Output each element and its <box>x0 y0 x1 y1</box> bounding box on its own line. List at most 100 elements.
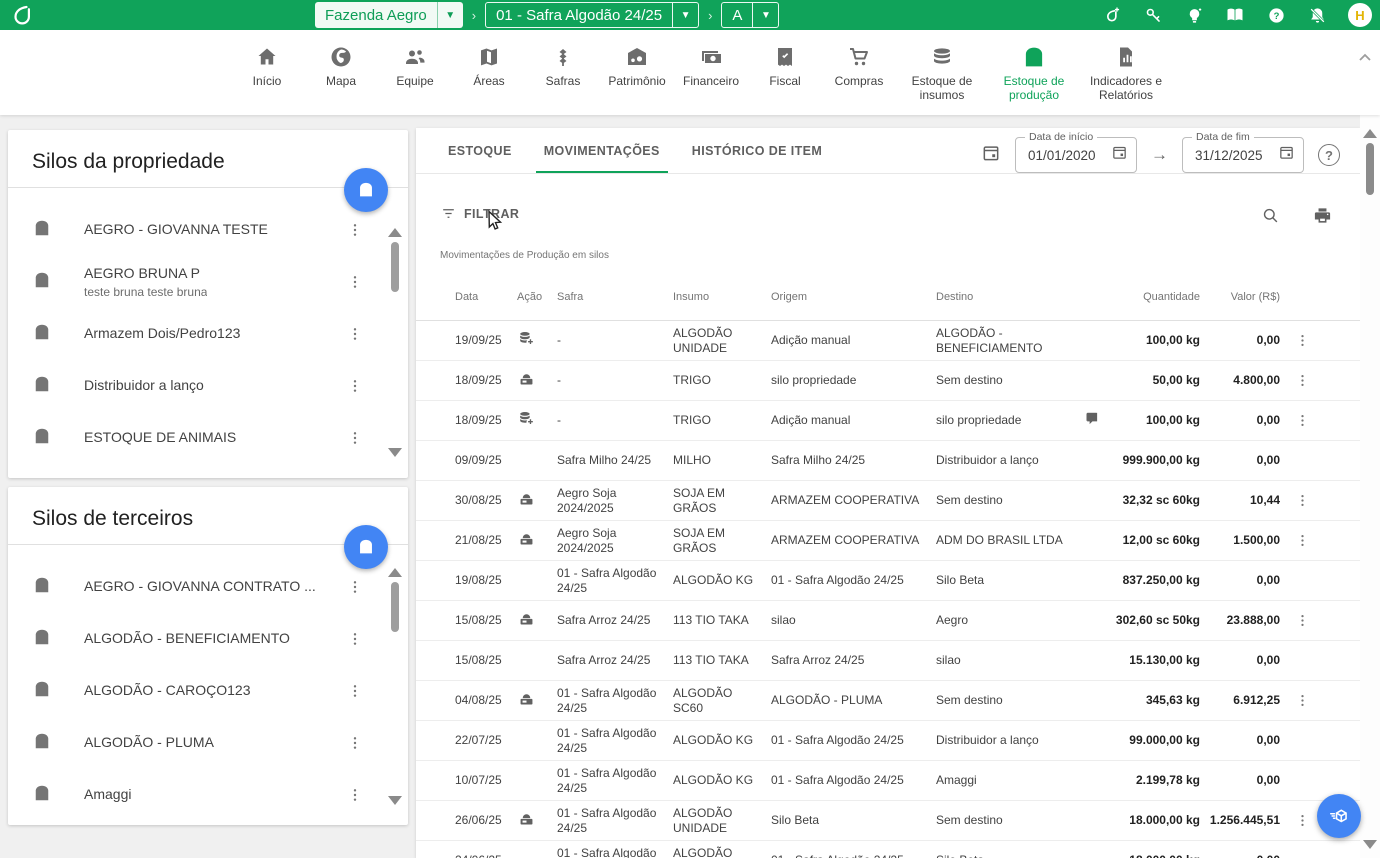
lightbulb-icon[interactable] <box>1184 5 1204 25</box>
nav-item-financeiro[interactable]: Financeiro <box>674 30 748 115</box>
silo-item[interactable]: AEGRO - GIOVANNA CONTRATO ... <box>8 561 408 613</box>
item-menu-kebab-icon[interactable] <box>346 786 364 804</box>
scroll-up-arrow[interactable] <box>388 568 402 577</box>
nav-item-inicio[interactable]: Início <box>230 30 304 115</box>
item-menu-kebab-icon[interactable] <box>346 325 364 343</box>
table-row[interactable]: 24/06/25 01 - Safra Algodão 24/25 ALGODÃ… <box>416 841 1360 858</box>
row-menu-kebab-icon[interactable] <box>1293 412 1311 430</box>
silo-item[interactable]: AEGRO BRUNA Pteste bruna teste bruna <box>8 256 408 308</box>
nav-item-estoque-insumos[interactable]: Estoque de insumos <box>896 30 988 115</box>
row-menu-kebab-icon[interactable] <box>1293 372 1311 390</box>
item-menu-kebab-icon[interactable] <box>346 429 364 447</box>
farm-selector-value[interactable]: Fazenda Aegro <box>315 2 437 28</box>
nav-item-compras[interactable]: Compras <box>822 30 896 115</box>
table-row[interactable]: 09/09/25 Safra Milho 24/25 MILHO Safra M… <box>416 441 1360 481</box>
nav-item-patrimonio[interactable]: Patrimônio <box>600 30 674 115</box>
silo-item[interactable]: Amaggi <box>8 769 408 821</box>
item-menu-kebab-icon[interactable] <box>346 377 364 395</box>
search-icon[interactable] <box>1261 206 1280 230</box>
help-icon[interactable]: ? <box>1266 5 1286 25</box>
nav-item-areas[interactable]: Áreas <box>452 30 526 115</box>
table-row[interactable]: 21/08/25 Aegro Soja 2024/2025 SOJA EM GR… <box>416 521 1360 561</box>
table-row[interactable]: 15/08/25 Safra Arroz 24/25 113 TIO TAKA … <box>416 641 1360 681</box>
nav-item-indicadores[interactable]: Indicadores e Relatórios <box>1080 30 1172 115</box>
date-start-field[interactable]: Data de início 01/01/2020 <box>1015 137 1137 173</box>
scale-icon <box>517 609 536 628</box>
row-menu-kebab-icon[interactable] <box>1293 492 1311 510</box>
unit-dropdown-arrow-icon[interactable]: ▼ <box>752 3 778 27</box>
scroll-down-arrow[interactable] <box>1363 840 1377 849</box>
row-menu-kebab-icon[interactable] <box>1293 532 1311 550</box>
aegro-plus-icon[interactable] <box>1102 5 1122 25</box>
item-menu-kebab-icon[interactable] <box>346 682 364 700</box>
table-row[interactable]: 19/09/25 - ALGODÃO UNIDADE Adição manual… <box>416 321 1360 361</box>
nav-item-mapa[interactable]: Mapa <box>304 30 378 115</box>
nav-item-estoque-producao[interactable]: Estoque de produção <box>988 30 1080 115</box>
tab-historico-de-item[interactable]: HISTÓRICO DE ITEM <box>676 128 838 173</box>
silo-item[interactable]: ALGODÃO - CAROÇO123 <box>8 665 408 717</box>
farm-dropdown-arrow-icon[interactable]: ▼ <box>437 2 463 28</box>
nav-item-safras[interactable]: Safras <box>526 30 600 115</box>
note-icon[interactable] <box>1084 411 1099 426</box>
item-menu-kebab-icon[interactable] <box>346 578 364 596</box>
scrollbar-thumb[interactable] <box>391 242 399 292</box>
calendar-icon[interactable] <box>1111 144 1128 166</box>
aegro-logo-icon[interactable] <box>10 3 34 32</box>
silo-item[interactable]: Distribuidor a lanço <box>8 360 408 412</box>
item-menu-kebab-icon[interactable] <box>346 734 364 752</box>
tab-estoque[interactable]: ESTOQUE <box>432 128 528 173</box>
row-menu-kebab-icon[interactable] <box>1293 692 1311 710</box>
farm-selector[interactable]: Fazenda Aegro ▼ <box>315 2 463 28</box>
collapse-nav-chevron-icon[interactable] <box>1358 50 1372 68</box>
unit-selector-value[interactable]: A <box>722 3 752 27</box>
tab-movimentacoes[interactable]: MOVIMENTAÇÕES <box>528 128 676 173</box>
nav-item-fiscal[interactable]: Fiscal <box>748 30 822 115</box>
silo-item[interactable]: AEGRO - GIOVANNA TESTE <box>8 204 408 256</box>
season-selector-value[interactable]: 01 - Safra Algodão 24/25 <box>486 3 672 27</box>
key-icon[interactable] <box>1143 5 1163 25</box>
silo-item[interactable]: ESTOQUE DE ANIMAIS <box>8 412 408 464</box>
row-menu-kebab-icon[interactable] <box>1293 612 1311 630</box>
row-menu-kebab-icon[interactable] <box>1293 332 1311 350</box>
new-movement-fab[interactable] <box>1317 794 1361 838</box>
date-start-value[interactable]: 01/01/2020 <box>1028 148 1096 163</box>
table-row[interactable]: 19/08/25 01 - Safra Algodão 24/25 ALGODÃ… <box>416 561 1360 601</box>
filter-button[interactable]: FILTRAR <box>440 206 519 221</box>
calendar-shortcut-icon[interactable] <box>981 143 1001 168</box>
item-menu-kebab-icon[interactable] <box>346 273 364 291</box>
item-menu-kebab-icon[interactable] <box>346 630 364 648</box>
date-end-field[interactable]: Data de fim 31/12/2025 <box>1182 137 1304 173</box>
scrollbar-thumb[interactable] <box>1366 143 1374 195</box>
season-selector[interactable]: 01 - Safra Algodão 24/25 ▼ <box>485 2 699 28</box>
scrollbar-thumb[interactable] <box>391 582 399 632</box>
unit-selector[interactable]: A ▼ <box>721 2 779 28</box>
help-icon[interactable]: ? <box>1318 144 1340 166</box>
print-icon[interactable] <box>1313 206 1332 230</box>
silo-item[interactable]: Armazem Dois/Pedro123 <box>8 308 408 360</box>
silo-item[interactable]: ALGODÃO - PLUMA <box>8 717 408 769</box>
knowledge-book-icon[interactable] <box>1225 5 1245 25</box>
silo-item[interactable]: ALGODÃO - BENEFICIAMENTO <box>8 613 408 665</box>
table-row[interactable]: 18/09/25 - TRIGO Adição manual silo prop… <box>416 401 1360 441</box>
row-menu-kebab-icon[interactable] <box>1293 812 1311 830</box>
scroll-up-arrow[interactable] <box>388 228 402 237</box>
table-row[interactable]: 15/08/25 Safra Arroz 24/25 113 TIO TAKA … <box>416 601 1360 641</box>
scroll-up-arrow[interactable] <box>1363 129 1377 138</box>
scroll-down-arrow[interactable] <box>388 796 402 805</box>
table-row[interactable]: 22/07/25 01 - Safra Algodão 24/25 ALGODÃ… <box>416 721 1360 761</box>
date-end-value[interactable]: 31/12/2025 <box>1195 148 1263 163</box>
table-row[interactable]: 18/09/25 - TRIGO silo propriedade Sem de… <box>416 361 1360 401</box>
table-row[interactable]: 30/08/25 Aegro Soja 2024/2025 SOJA EM GR… <box>416 481 1360 521</box>
season-dropdown-arrow-icon[interactable]: ▼ <box>672 3 698 27</box>
user-avatar[interactable]: H <box>1348 3 1372 27</box>
item-menu-kebab-icon[interactable] <box>346 221 364 239</box>
table-row[interactable]: 04/08/25 01 - Safra Algodão 24/25 ALGODÃ… <box>416 681 1360 721</box>
notifications-off-icon[interactable] <box>1307 5 1327 25</box>
scroll-down-arrow[interactable] <box>388 448 402 457</box>
nav-item-equipe[interactable]: Equipe <box>378 30 452 115</box>
calendar-icon[interactable] <box>1278 144 1295 166</box>
page-scrollbar[interactable] <box>1360 115 1380 858</box>
table-row[interactable]: 10/07/25 01 - Safra Algodão 24/25 ALGODÃ… <box>416 761 1360 801</box>
cell-destino: silo propriedade <box>936 413 1084 428</box>
table-row[interactable]: 26/06/25 01 - Safra Algodão 24/25 ALGODÃ… <box>416 801 1360 841</box>
